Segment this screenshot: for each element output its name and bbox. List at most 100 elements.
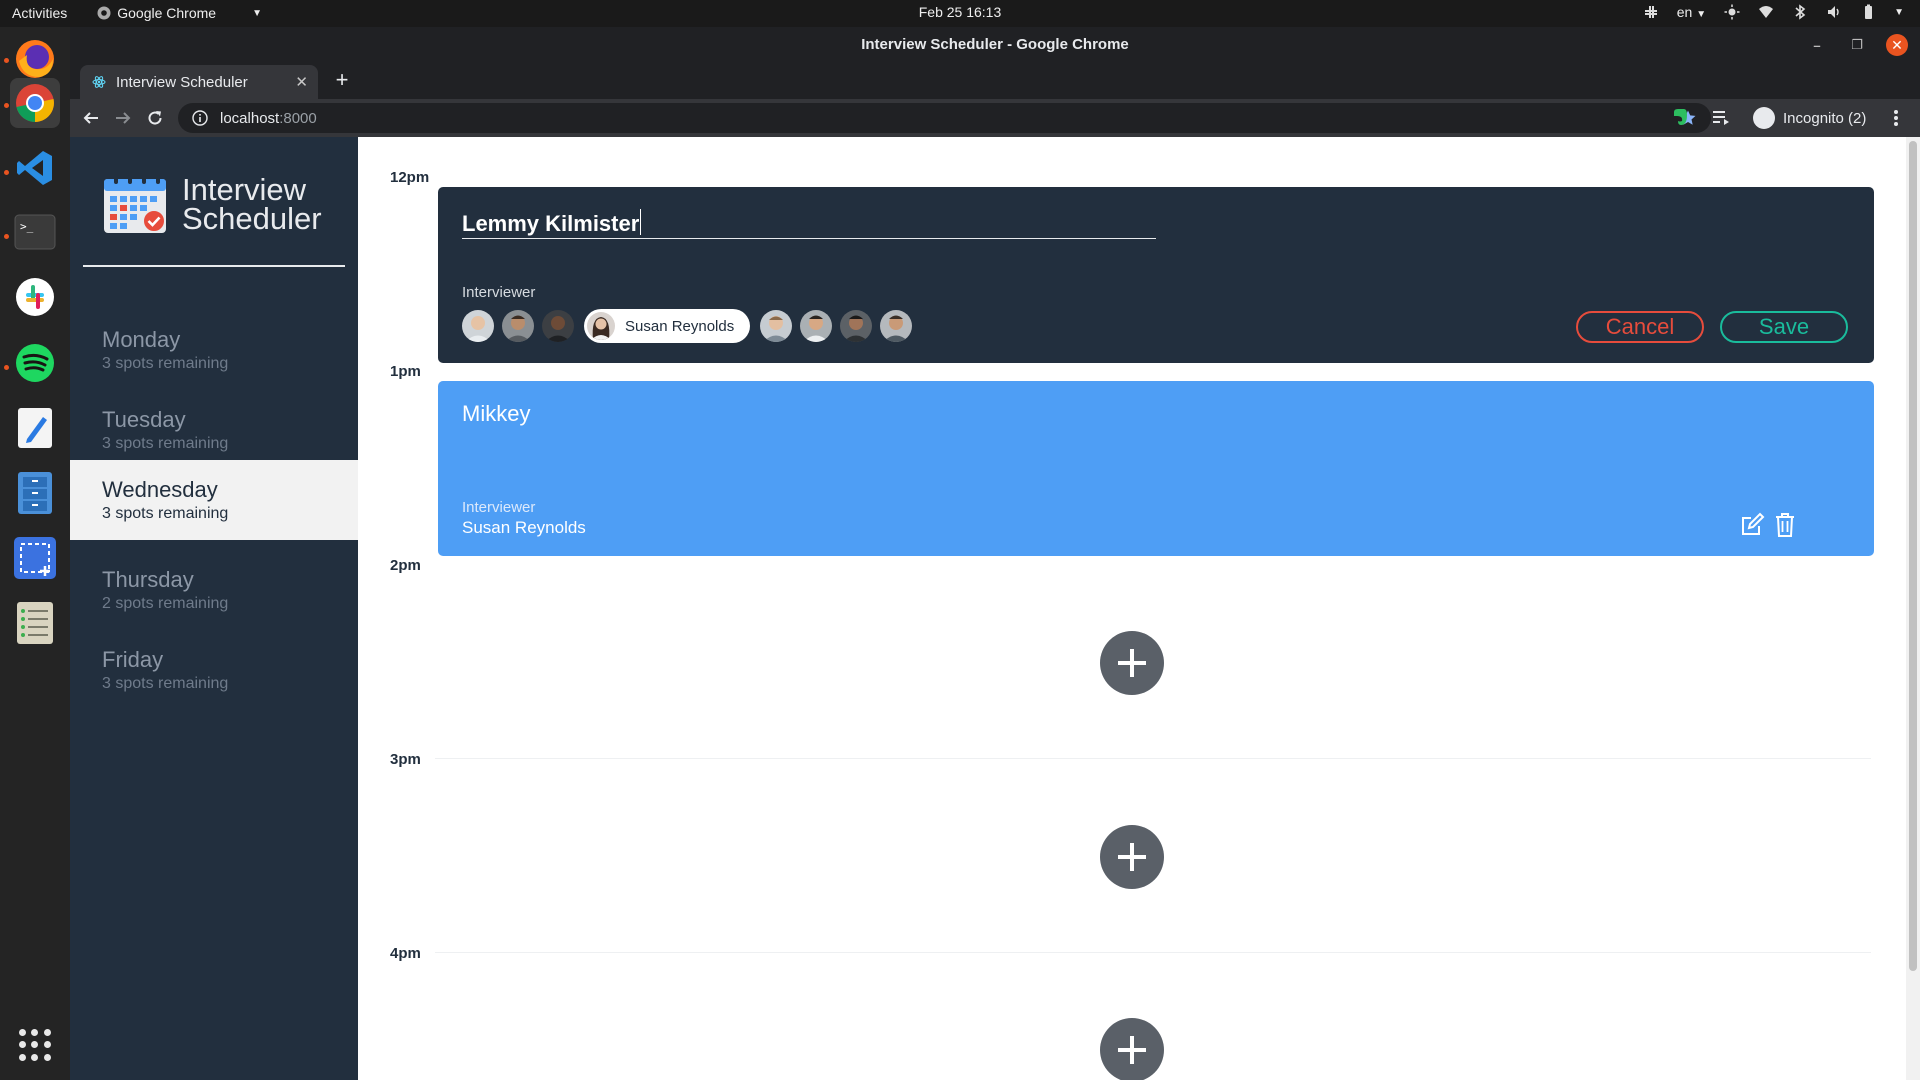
chrome-launcher[interactable] <box>10 78 60 128</box>
minimize-button[interactable]: – <box>1806 34 1828 56</box>
bluetooth-icon[interactable] <box>1792 4 1808 20</box>
add-icon <box>1118 843 1146 871</box>
interviewer-avatar[interactable] <box>462 310 494 342</box>
time-label: 3pm <box>390 751 421 768</box>
info-icon[interactable] <box>192 110 208 126</box>
running-indicator <box>4 234 9 239</box>
appointment-interviewer-name: Susan Reynolds <box>462 518 586 537</box>
day-item-monday[interactable]: Monday 3 spots remaining <box>70 309 358 389</box>
incognito-profile-button[interactable]: Incognito (2) <box>1753 104 1866 132</box>
add-icon <box>1118 1036 1146 1064</box>
profile-label: Incognito (2) <box>1783 109 1867 127</box>
student-name-input[interactable]: Lemmy Kilmister <box>462 209 1156 239</box>
text-caret <box>640 209 642 235</box>
chevron-down-icon[interactable]: ▼ <box>1894 7 1904 18</box>
tab-interview-scheduler[interactable]: Interview Scheduler ✕ <box>80 65 318 99</box>
forward-button[interactable] <box>112 107 134 129</box>
firefox-launcher[interactable] <box>10 34 60 84</box>
evernote-extension-icon[interactable] <box>1670 107 1690 127</box>
close-window-button[interactable]: ✕ <box>1886 34 1908 56</box>
back-button[interactable] <box>80 107 102 129</box>
save-button[interactable]: Save <box>1720 311 1848 343</box>
tab-title: Interview Scheduler <box>116 73 248 91</box>
brand: Interview Scheduler <box>102 173 322 235</box>
chrome-menu-button[interactable] <box>1885 107 1907 129</box>
add-appointment-button[interactable] <box>1100 631 1164 695</box>
notes-launcher[interactable] <box>10 598 60 648</box>
screenshot-launcher[interactable] <box>10 533 60 583</box>
selected-interviewer-name: Susan Reynolds <box>625 317 735 335</box>
interviewer-avatar[interactable] <box>760 310 793 342</box>
edit-button[interactable] <box>1738 511 1766 539</box>
day-item-wednesday[interactable]: Wednesday 3 spots remaining <box>70 460 358 540</box>
brightness-icon[interactable] <box>1724 4 1740 20</box>
terminal-launcher[interactable]: >_ <box>10 207 60 257</box>
sidebar: Interview Scheduler Monday 3 spots remai… <box>70 137 358 1080</box>
day-spots: 3 spots remaining <box>102 355 229 372</box>
interviewer-avatar[interactable] <box>800 310 833 342</box>
interviewer-list: Susan Reynolds <box>462 309 913 343</box>
page-content: Interview Scheduler Monday 3 spots remai… <box>70 137 1920 1080</box>
student-name-value: Lemmy Kilmister <box>462 211 640 236</box>
browser-toolbar: localhost:8000 Incognito (2) <box>70 99 1920 137</box>
interviewer-selected[interactable]: Susan Reynolds <box>584 309 751 343</box>
page-scrollbar[interactable] <box>1906 137 1920 1080</box>
system-top-bar: Activities Google Chrome ▼ Feb 25 16:13 … <box>0 0 1920 27</box>
arrow-right-icon <box>116 112 131 124</box>
trash-icon <box>1776 513 1794 537</box>
interviewer-avatar[interactable] <box>502 310 534 342</box>
day-item-friday[interactable]: Friday 3 spots remaining <box>70 629 358 709</box>
cancel-button[interactable]: Cancel <box>1576 311 1704 343</box>
running-indicator <box>4 58 9 63</box>
scrollbar-thumb[interactable] <box>1909 141 1917 971</box>
react-favicon-icon <box>92 76 106 88</box>
day-spots: 3 spots remaining <box>102 505 229 522</box>
terminal-icon: >_ <box>14 214 56 250</box>
add-appointment-button[interactable] <box>1100 825 1164 889</box>
app-grid-icon[interactable] <box>19 1029 51 1061</box>
more-vertical-icon <box>1894 110 1898 126</box>
add-icon <box>1118 649 1146 677</box>
add-appointment-button[interactable] <box>1100 1018 1164 1080</box>
media-queue-icon[interactable] <box>1711 107 1731 127</box>
volume-icon[interactable] <box>1826 4 1842 20</box>
day-name: Wednesday <box>102 477 218 502</box>
files-launcher[interactable] <box>10 468 60 518</box>
chevron-down-icon: ▼ <box>1696 9 1707 20</box>
activities-button[interactable]: Activities <box>12 5 67 21</box>
day-name: Monday <box>102 327 181 352</box>
wifi-icon[interactable] <box>1758 4 1774 20</box>
day-item-tuesday[interactable]: Tuesday 3 spots remaining <box>70 389 358 469</box>
close-tab-icon[interactable]: ✕ <box>295 73 308 91</box>
spotify-launcher[interactable] <box>10 338 60 388</box>
notes-icon <box>17 602 53 644</box>
battery-icon[interactable] <box>1860 4 1876 20</box>
day-name: Tuesday <box>102 407 186 432</box>
reload-button[interactable] <box>144 107 166 129</box>
app-title-line1: Interview <box>182 172 307 207</box>
interviewer-avatar[interactable] <box>880 310 913 342</box>
restore-button[interactable]: ❐ <box>1846 34 1868 56</box>
day-item-thursday[interactable]: Thursday 2 spots remaining <box>70 549 358 629</box>
delete-button[interactable] <box>1771 511 1799 539</box>
window-title: Interview Scheduler - Google Chrome <box>861 36 1129 53</box>
language-indicator[interactable]: en ▼ <box>1677 4 1706 20</box>
calendar-logo-icon <box>104 174 166 233</box>
text-editor-launcher[interactable] <box>10 403 60 453</box>
spotify-icon <box>16 344 54 382</box>
time-label: 2pm <box>390 557 421 574</box>
day-name: Thursday <box>102 567 194 592</box>
interviewer-label: Interviewer <box>462 284 536 301</box>
interviewer-avatar[interactable] <box>542 310 574 342</box>
system-tray[interactable]: en ▼ ▼ <box>1643 4 1904 20</box>
vscode-launcher[interactable] <box>10 143 60 193</box>
new-tab-button[interactable]: + <box>330 69 354 91</box>
address-bar[interactable]: localhost:8000 <box>178 103 1711 133</box>
slack-tray-icon[interactable] <box>1643 4 1659 20</box>
chrome-small-icon <box>97 6 111 20</box>
slack-launcher[interactable] <box>10 272 60 322</box>
interviewer-avatar[interactable] <box>840 310 873 342</box>
app-menu[interactable]: Google Chrome ▼ <box>97 5 292 21</box>
screenshot-icon <box>14 537 56 579</box>
running-indicator <box>4 103 9 108</box>
